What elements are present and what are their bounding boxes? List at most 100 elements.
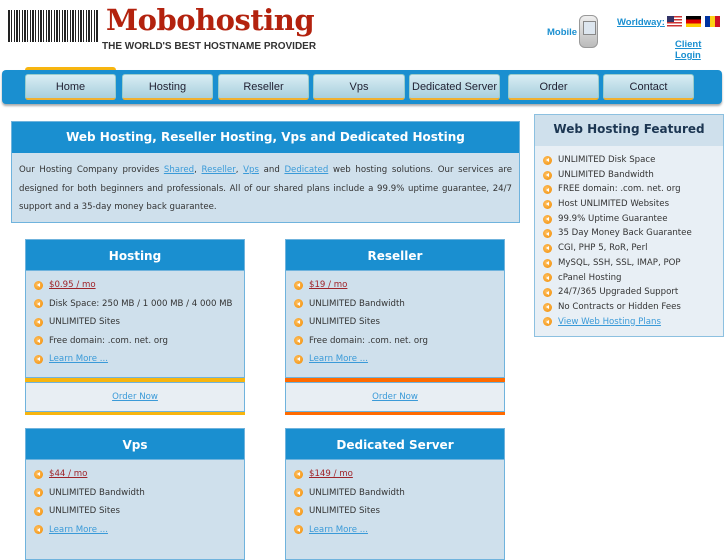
orange-bullet-icon xyxy=(294,336,303,346)
feature-text: cPanel Hosting xyxy=(558,272,622,283)
view-plans-link[interactable]: View Web Hosting Plans xyxy=(558,315,661,330)
orange-bullet-icon xyxy=(543,170,552,180)
nav-contact[interactable]: Contact xyxy=(603,74,694,100)
orange-bullet-icon xyxy=(294,525,303,535)
list-item: Host UNLIMITED Websites xyxy=(543,197,723,212)
shared-link[interactable]: Shared xyxy=(164,165,194,175)
orange-bullet-icon xyxy=(543,258,552,268)
orange-bullet-icon xyxy=(543,317,552,327)
reseller-link[interactable]: Reseller xyxy=(202,165,236,175)
orange-bullet-icon xyxy=(543,273,552,283)
orange-bullet-icon xyxy=(543,214,552,224)
orange-bullet-icon xyxy=(34,280,43,290)
list-item: UNLIMITED Bandwidth xyxy=(294,484,504,503)
nav-home[interactable]: Home xyxy=(25,74,116,100)
list-item: 24/7/365 Upgraded Support xyxy=(543,285,723,300)
list-item: $44 / mo xyxy=(34,465,244,484)
orange-bullet-icon xyxy=(543,243,552,253)
us-flag-icon[interactable] xyxy=(667,16,682,27)
feature-text: UNLIMITED Sites xyxy=(49,317,120,328)
list-item: UNLIMITED Disk Space xyxy=(543,153,723,168)
list-item: UNLIMITED Sites xyxy=(34,313,244,332)
feature-text: UNLIMITED Bandwidth xyxy=(309,487,405,498)
list-item: Free domain: .com. net. org xyxy=(34,332,244,351)
client-login-link[interactable]: Client Login xyxy=(675,39,727,61)
vps-link[interactable]: Vps xyxy=(243,165,259,175)
main-nav: Home Hosting Reseller Vps Dedicated Serv… xyxy=(2,70,722,104)
list-item: Learn More ... xyxy=(34,521,244,540)
nav-vps[interactable]: Vps xyxy=(313,74,405,100)
nav-reseller[interactable]: Reseller xyxy=(218,74,309,100)
orange-bullet-icon xyxy=(543,288,552,298)
list-item: UNLIMITED Sites xyxy=(294,313,504,332)
de-flag-icon[interactable] xyxy=(686,16,701,27)
orange-bullet-icon xyxy=(294,488,303,498)
featured-box: Web Hosting Featured UNLIMITED Disk Spac… xyxy=(534,114,724,337)
intro-box: Web Hosting, Reseller Hosting, Vps and D… xyxy=(11,121,520,223)
feature-text: 35 Day Money Back Guarantee xyxy=(558,228,692,239)
list-item: 35 Day Money Back Guarantee xyxy=(543,226,723,241)
orange-bullet-icon xyxy=(294,317,303,327)
feature-text: FREE domain: .com. net. org xyxy=(558,184,681,195)
feature-text: UNLIMITED Sites xyxy=(49,506,120,517)
orange-bullet-icon xyxy=(294,506,303,516)
list-item: Learn More ... xyxy=(294,350,504,369)
worldway-link[interactable]: Worldway: xyxy=(617,17,665,28)
learn-more-link[interactable]: Learn More ... xyxy=(309,525,368,535)
list-item: No Contracts or Hidden Fees xyxy=(543,300,723,315)
featured-title: Web Hosting Featured xyxy=(535,115,723,146)
list-item: FREE domain: .com. net. org xyxy=(543,182,723,197)
list-item: 99.9% Uptime Guarantee xyxy=(543,212,723,227)
hosting-card: Hosting $0.95 / mo Disk Space: 250 MB / 1… xyxy=(25,239,245,415)
barcode-logo-icon xyxy=(8,10,98,42)
nav-hosting[interactable]: Hosting xyxy=(122,74,213,100)
orange-bullet-icon xyxy=(34,469,43,479)
order-now-text[interactable]: Order Now xyxy=(372,392,418,402)
list-item: View Web Hosting Plans xyxy=(543,315,723,330)
learn-more-link[interactable]: Learn More ... xyxy=(309,354,368,364)
vps-card: Vps $44 / mo UNLIMITED Bandwidth UNLIMITED… xyxy=(25,428,245,560)
mobile-link[interactable]: Mobile xyxy=(547,27,577,38)
orange-bullet-icon xyxy=(294,354,303,364)
mobile-phone-icon[interactable] xyxy=(579,15,598,48)
orange-bullet-icon xyxy=(34,488,43,498)
feature-text: MySQL, SSH, SSL, IMAP, POP xyxy=(558,257,681,268)
learn-more-link[interactable]: Learn More ... xyxy=(49,354,108,364)
orange-bullet-icon xyxy=(34,336,43,346)
intro-title: Web Hosting, Reseller Hosting, Vps and D… xyxy=(12,122,519,153)
dedicated-link[interactable]: Dedicated xyxy=(284,165,328,175)
list-item: $0.95 / mo xyxy=(34,276,244,295)
comma: , xyxy=(194,165,202,175)
feature-text: Free domain: .com. net. org xyxy=(309,335,428,346)
feature-text: UNLIMITED Bandwidth xyxy=(558,169,654,180)
feature-text: UNLIMITED Disk Space xyxy=(558,155,656,165)
order-now-link[interactable]: Order Now xyxy=(25,382,245,412)
feature-text: Free domain: .com. net. org xyxy=(49,335,168,346)
order-now-link[interactable]: Order Now xyxy=(285,382,505,412)
list-item: $149 / mo xyxy=(294,465,504,484)
price-link[interactable]: $44 / mo xyxy=(49,469,87,479)
ro-flag-icon[interactable] xyxy=(705,16,720,27)
list-item: CGI, PHP 5, RoR, Perl xyxy=(543,241,723,256)
order-now-text[interactable]: Order Now xyxy=(112,392,158,402)
learn-more-link[interactable]: Learn More ... xyxy=(49,525,108,535)
list-item: Learn More ... xyxy=(34,350,244,369)
orange-bullet-icon xyxy=(543,185,552,195)
price-link[interactable]: $0.95 / mo xyxy=(49,280,96,290)
nav-dedicated-server[interactable]: Dedicated Server xyxy=(409,74,500,100)
price-link[interactable]: $19 / mo xyxy=(309,280,347,290)
list-item: UNLIMITED Sites xyxy=(34,502,244,521)
orange-bullet-icon xyxy=(294,469,303,479)
orange-bullet-icon xyxy=(294,280,303,290)
feature-text: Disk Space: 250 MB / 1 000 MB / 4 000 MB xyxy=(49,298,233,309)
orange-bullet-icon xyxy=(294,299,303,309)
nav-order[interactable]: Order xyxy=(508,74,599,100)
feature-text: UNLIMITED Sites xyxy=(309,506,380,517)
dedicated-server-card: Dedicated Server $149 / mo UNLIMITED Band… xyxy=(285,428,505,560)
list-item: $19 / mo xyxy=(294,276,504,295)
site-logo[interactable]: Mobohosting xyxy=(106,3,315,37)
feature-text: UNLIMITED Bandwidth xyxy=(49,487,145,498)
tagline: THE WORLD'S BEST HOSTNAME PROVIDER xyxy=(102,41,317,52)
price-link[interactable]: $149 / mo xyxy=(309,469,353,479)
list-item: MySQL, SSH, SSL, IMAP, POP xyxy=(543,256,723,271)
